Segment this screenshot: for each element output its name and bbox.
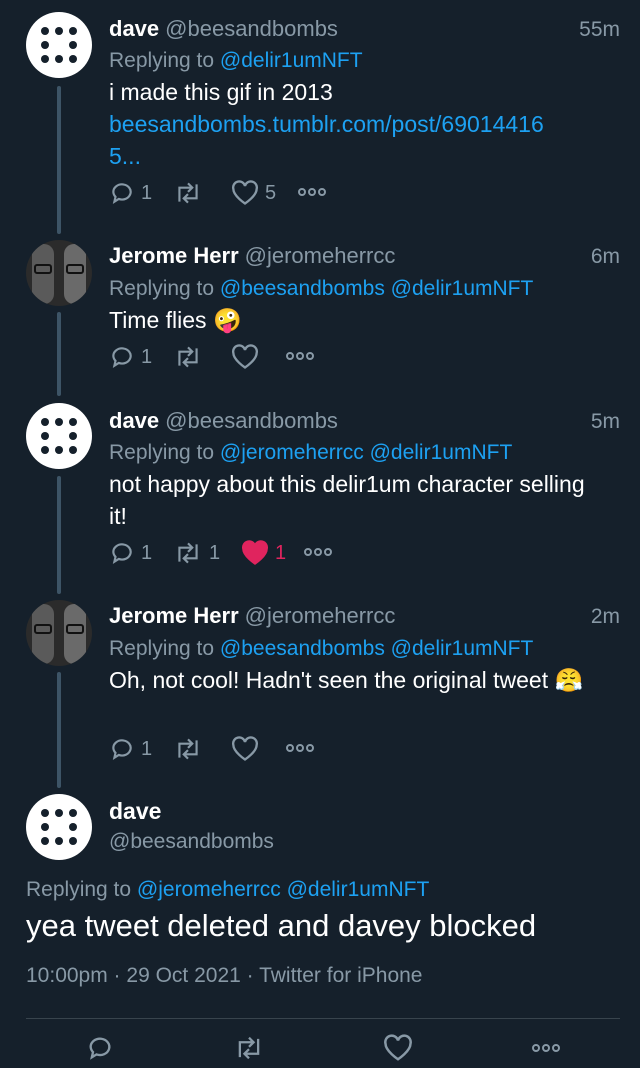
thread-line [57,312,61,396]
retweet-icon [178,738,198,760]
divider [26,1018,620,1019]
more-icon [298,188,326,196]
timestamp[interactable]: 5m [591,410,620,434]
reply-button[interactable]: 1 [109,736,152,762]
reply-button[interactable]: 1 [109,180,152,206]
replying-label: Replying to [109,277,215,300]
like-icon [232,736,258,761]
reply-count: 1 [141,345,153,368]
like-button[interactable]: 5 [231,180,276,206]
handle[interactable]: @jeromeherrcc [245,243,396,268]
tweet-text: not happy about this delir1um character … [109,471,585,529]
tweet-meta[interactable]: 10:00pm · 29 Oct 2021 · Twitter for iPho… [26,964,423,988]
retweet-icon[interactable] [233,1034,265,1062]
avatar[interactable] [26,12,92,78]
more-button[interactable] [303,542,333,562]
reply-icon[interactable] [86,1034,114,1062]
retweet-button[interactable] [173,180,209,206]
display-name[interactable]: dave [109,798,161,825]
mention-link[interactable]: @delir1umNFT [220,49,363,72]
reply-icon [112,347,132,368]
like-icon [232,180,258,205]
tweet-text: Time flies 🤪 [109,307,242,333]
handle[interactable]: @beesandbombs [165,16,338,41]
thread-line [57,86,61,234]
like-button[interactable] [231,344,265,370]
avatar[interactable] [26,794,92,860]
handle[interactable]: @beesandbombs [109,830,274,854]
like-button[interactable] [231,736,265,762]
more-icon [286,744,314,752]
timestamp[interactable]: 6m [591,245,620,269]
mention-link[interactable]: @beesandbombs @delir1umNFT [220,637,533,660]
tweet-text: i made this gif in 2013 [109,79,333,105]
replying-label: Replying to [109,49,215,72]
display-name[interactable]: dave [109,16,159,41]
handle[interactable]: @jeromeherrcc [245,603,396,628]
avatar[interactable] [26,600,92,666]
mention-link[interactable]: @jeromeherrcc @delir1umNFT [137,878,429,901]
reply-count: 1 [141,737,153,760]
tweet-link[interactable]: beesandbombs.tumblr.com/post/69014416 5.… [109,108,569,172]
like-icon [242,540,268,565]
reply-button[interactable]: 1 [109,344,152,370]
more-icon[interactable] [531,1038,561,1058]
replying-label: Replying to [26,878,132,901]
like-count: 5 [265,181,277,204]
display-name[interactable]: Jerome Herr [109,603,239,628]
display-name[interactable]: Jerome Herr [109,243,239,268]
retweet-icon [178,346,198,368]
retweet-button[interactable] [173,736,209,762]
reply-icon [112,739,132,760]
thread-line [57,672,61,788]
reply-count: 1 [141,181,153,204]
more-button[interactable] [285,346,315,366]
retweet-button[interactable] [173,344,209,370]
more-icon [304,548,332,556]
like-button[interactable]: 1 [241,540,286,566]
retweet-button[interactable]: 1 [173,540,220,566]
more-button[interactable] [297,182,327,202]
more-icon [286,352,314,360]
reply-icon [112,183,132,204]
mention-link[interactable]: @beesandbombs @delir1umNFT [220,277,533,300]
replying-label: Replying to [109,637,215,660]
retweet-icon [178,182,198,204]
handle[interactable]: @beesandbombs [165,408,338,433]
mention-link[interactable]: @jeromeherrcc @delir1umNFT [220,441,512,464]
tweet-text: yea tweet deleted and davey blocked [26,908,537,943]
retweet-count: 1 [209,541,221,564]
reply-icon [112,543,132,564]
timestamp[interactable]: 2m [591,605,620,629]
retweet-icon [178,542,198,564]
avatar[interactable] [26,240,92,306]
like-count: 1 [275,541,287,564]
display-name[interactable]: dave [109,408,159,433]
reply-button[interactable]: 1 [109,540,152,566]
like-icon [232,344,258,369]
replying-label: Replying to [109,441,215,464]
timestamp[interactable]: 55m [579,18,620,42]
reply-count: 1 [141,541,153,564]
like-icon[interactable] [383,1034,413,1062]
tweet-text: Oh, not cool! Hadn't seen the original t… [109,667,584,693]
thread-line [57,476,61,594]
more-button[interactable] [285,738,315,758]
avatar[interactable] [26,403,92,469]
